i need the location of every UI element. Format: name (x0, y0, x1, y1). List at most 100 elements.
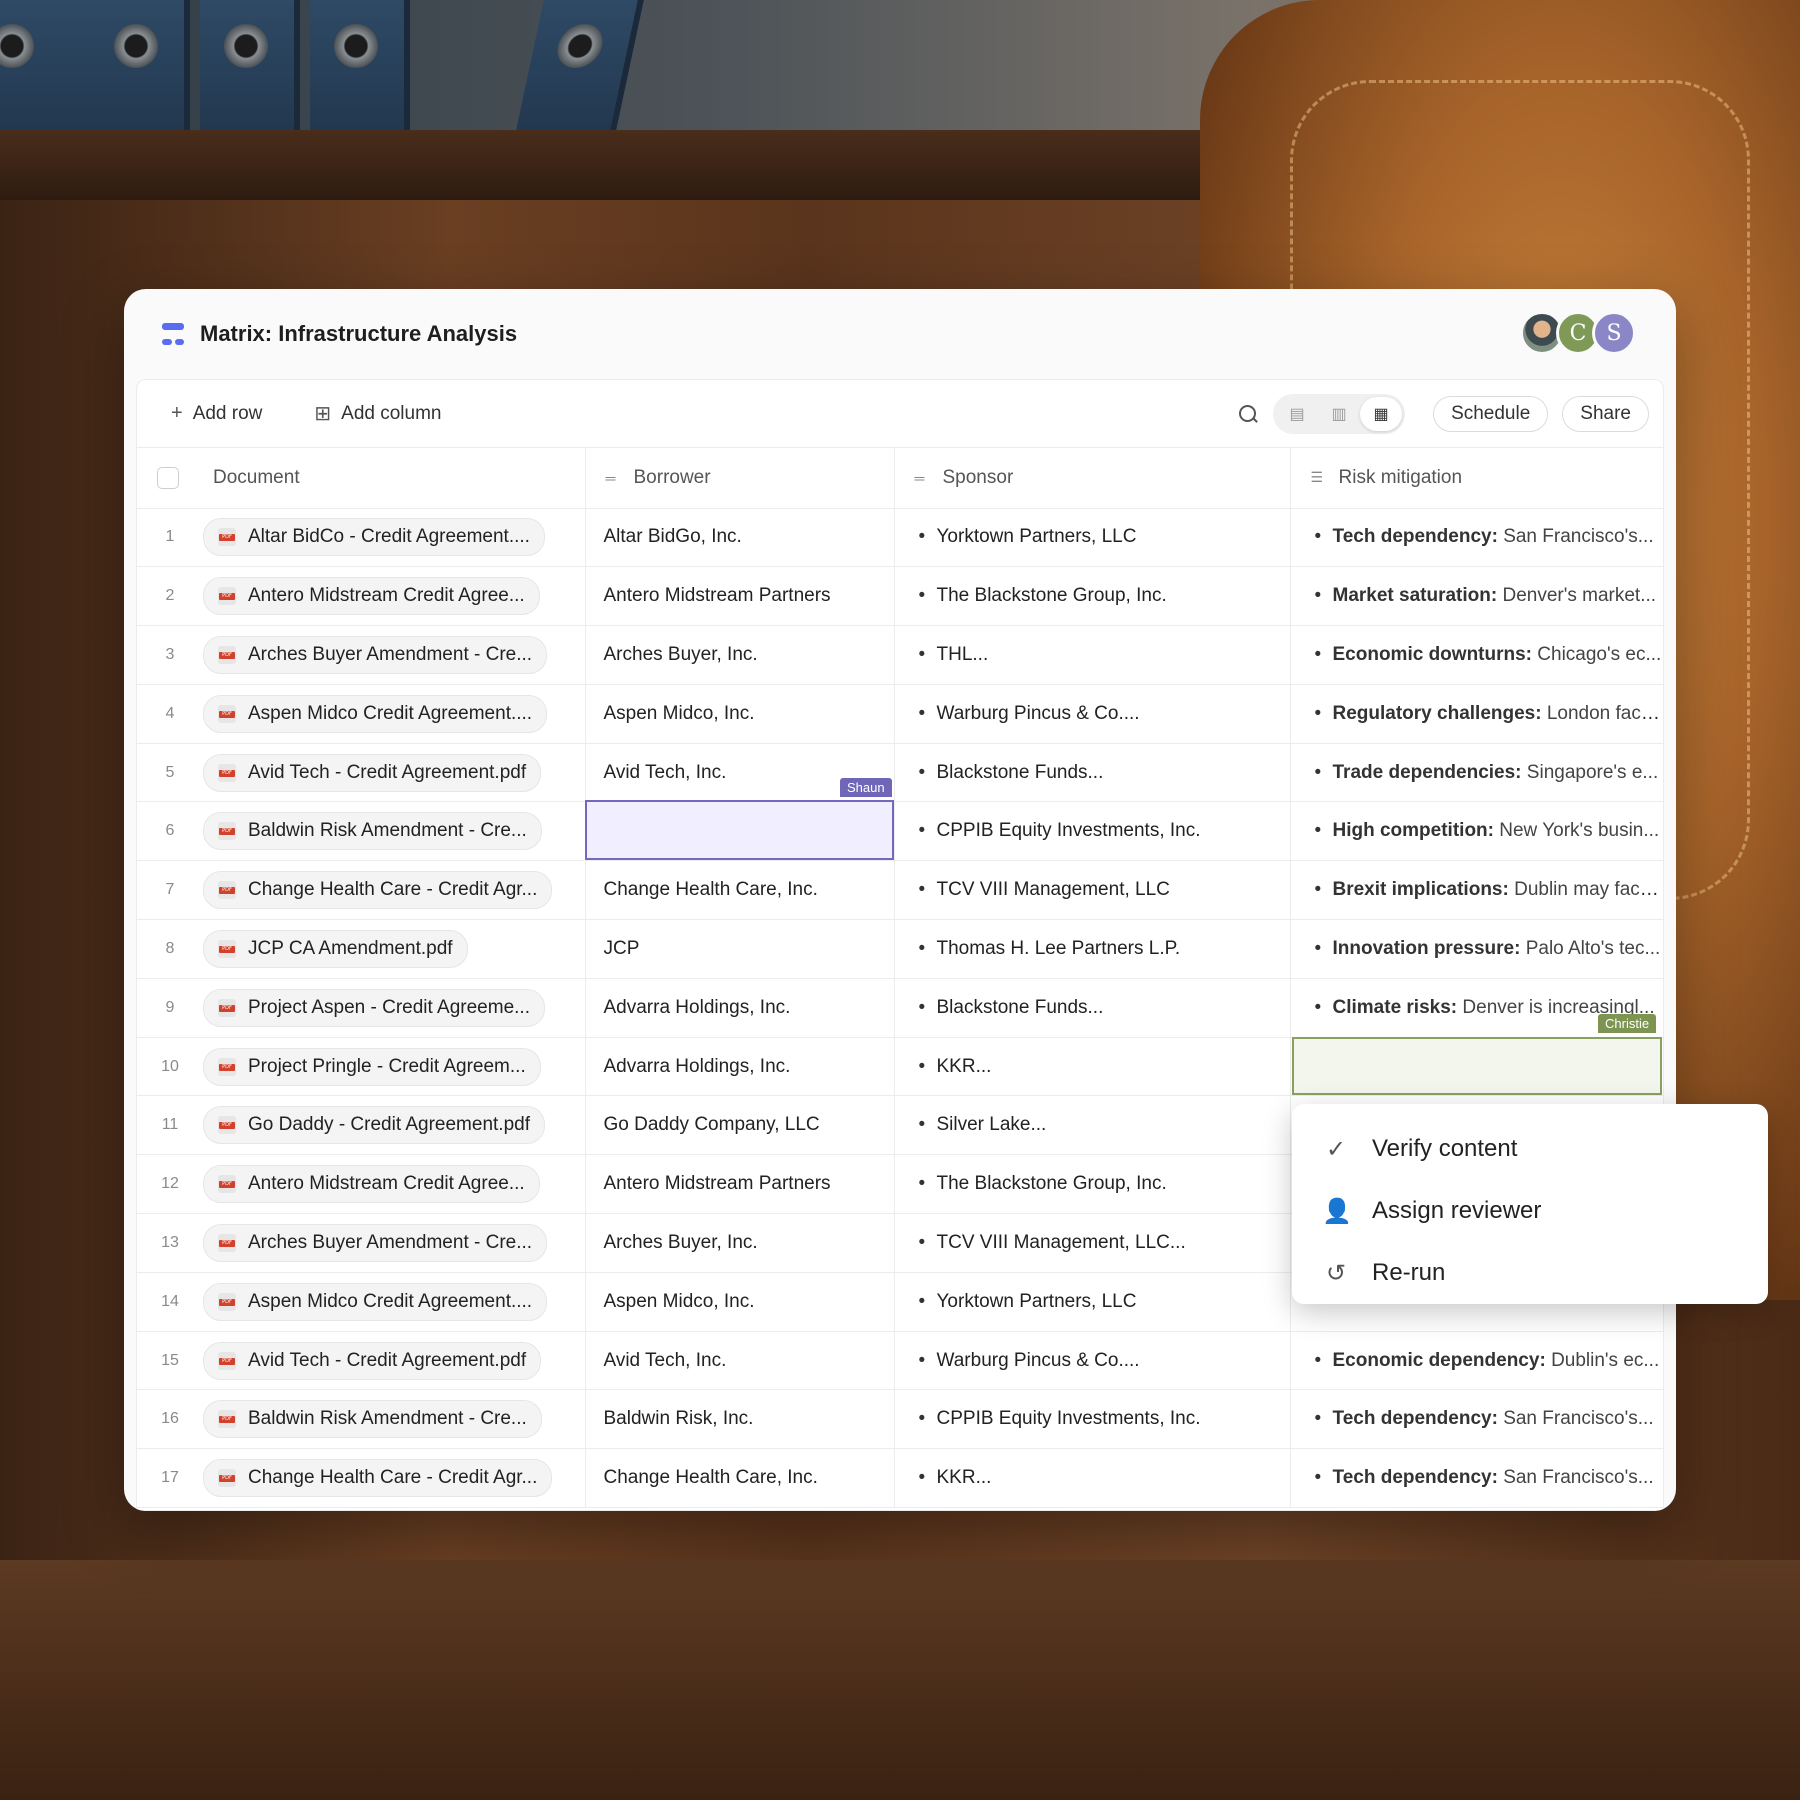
document-cell[interactable]: 3 Arches Buyer Amendment - Cre... (137, 625, 585, 685)
document-chip[interactable]: Antero Midstream Credit Agree... (203, 577, 540, 616)
table-row[interactable]: 1 Altar BidCo - Credit Agreement.... Altar… (137, 508, 1663, 568)
borrower-cell[interactable]: Antero Midstream Partners (584, 566, 894, 627)
document-chip[interactable]: Avid Tech - Credit Agreement.pdf (203, 1341, 542, 1380)
avatar[interactable]: S (1592, 311, 1636, 355)
document-cell[interactable]: 2 Antero Midstream Credit Agree... (137, 566, 585, 627)
borrower-cell[interactable]: Change Health Care, Inc. (584, 1448, 894, 1509)
borrower-cell[interactable]: JCP (584, 919, 894, 979)
sponsor-cell[interactable]: Blackstone Funds... (893, 743, 1290, 803)
document-chip[interactable]: JCP CA Amendment.pdf (203, 929, 468, 968)
risk-cell[interactable]: Tech dependency: San Francisco's... (1289, 1389, 1663, 1450)
borrower-cell[interactable]: Antero Midstream Partners (584, 1154, 894, 1215)
sponsor-cell[interactable]: TCV VIII Management, LLC (893, 860, 1290, 921)
document-cell[interactable]: 15 Avid Tech - Credit Agreement.pdf (137, 1331, 585, 1391)
select-all-checkbox[interactable] (157, 466, 179, 489)
borrower-cell[interactable]: Altar BidGo, Inc. (584, 508, 894, 568)
document-chip[interactable]: Change Health Care - Credit Agr... (203, 1459, 553, 1498)
document-cell[interactable]: 12 Antero Midstream Credit Agree... (137, 1154, 585, 1215)
table-row[interactable]: 2 Antero Midstream Credit Agree... Antero … (137, 566, 1663, 627)
risk-cell[interactable]: Tech dependency: San Francisco's... (1289, 1448, 1663, 1509)
share-button[interactable]: Share (1562, 396, 1649, 432)
document-cell[interactable]: 5 Avid Tech - Credit Agreement.pdf (137, 743, 585, 803)
sponsor-cell[interactable]: Blackstone Funds... (893, 978, 1290, 1038)
document-chip[interactable]: Baldwin Risk Amendment - Cre... (203, 1400, 542, 1439)
row-height-medium-icon[interactable]: ▥ (1318, 397, 1360, 431)
risk-cell[interactable]: Economic downturns: Chicago's ec... (1289, 625, 1663, 685)
search-icon[interactable] (1237, 403, 1259, 425)
risk-cell[interactable]: High competition: New York's busin... (1289, 801, 1663, 862)
menu-item-assign[interactable]: 👤 Assign reviewer (1292, 1180, 1768, 1242)
document-cell[interactable]: 13 Arches Buyer Amendment - Cre... (137, 1213, 585, 1273)
sponsor-cell[interactable]: KKR... (893, 1448, 1290, 1509)
document-cell[interactable]: 10 Project Pringle - Credit Agreem... (137, 1037, 585, 1097)
borrower-cell[interactable]: Baldwin Risk, Inc. (584, 1389, 894, 1450)
document-cell[interactable]: 9 Project Aspen - Credit Agreeme... (137, 978, 585, 1038)
sponsor-cell[interactable]: Warburg Pincus & Co.... (893, 1331, 1290, 1391)
borrower-cell[interactable]: Arches Buyer, Inc. (584, 625, 894, 685)
borrower-cell[interactable]: Advarra Holdings, Inc. (584, 978, 894, 1038)
table-row[interactable]: 8 JCP CA Amendment.pdf JCP Thomas H. Lee Pa… (137, 919, 1663, 979)
menu-item-rerun[interactable]: ↺ Re-run (1292, 1242, 1768, 1304)
table-row[interactable]: 16 Baldwin Risk Amendment - Cre... Baldwin… (137, 1389, 1663, 1450)
sponsor-cell[interactable]: Silver Lake... (893, 1095, 1290, 1156)
row-height-expanded-icon[interactable]: ▦ (1360, 397, 1403, 431)
document-chip[interactable]: Aspen Midco Credit Agreement.... (203, 694, 548, 733)
risk-cell[interactable]: Innovation pressure: Palo Alto's tec... (1289, 919, 1663, 979)
sponsor-cell[interactable]: The Blackstone Group, Inc. (893, 1154, 1290, 1215)
borrower-cell[interactable]: Aspen Midco, Inc. (584, 1272, 894, 1332)
sponsor-cell[interactable]: Yorktown Partners, LLC (893, 508, 1290, 568)
column-header-sponsor[interactable]: ═ Sponsor (893, 448, 1290, 509)
table-row[interactable]: 5 Avid Tech - Credit Agreement.pdfAvid Te… (137, 743, 1663, 803)
row-height-compact-icon[interactable]: ▤ (1276, 397, 1318, 431)
document-chip[interactable]: Arches Buyer Amendment - Cre... (203, 635, 548, 674)
column-header-borrower[interactable]: ═ Borrower (584, 448, 894, 509)
document-chip[interactable]: Baldwin Risk Amendment - Cre... (203, 812, 542, 851)
column-header-risk[interactable]: ☰ Risk mitigation (1289, 448, 1663, 509)
document-chip[interactable]: Project Pringle - Credit Agreem... (203, 1047, 541, 1086)
table-row[interactable]: 15 Avid Tech - Credit Agreement.pdf Avid T… (137, 1331, 1663, 1391)
borrower-cell[interactable]: Aspen Midco, Inc. (584, 684, 894, 744)
add-row-button[interactable]: + Add row (171, 402, 262, 425)
sponsor-cell[interactable]: The Blackstone Group, Inc. (893, 566, 1290, 627)
add-column-button[interactable]: ⊞ Add column (314, 401, 441, 426)
table-row[interactable]: 17 Change Health Care - Credit Agr... Chan… (137, 1448, 1663, 1509)
table-row[interactable]: 6 Baldwin Risk Amendment - Cre...Baldwin … (137, 801, 1663, 862)
schedule-button[interactable]: Schedule (1433, 396, 1549, 432)
risk-cell[interactable]: Brexit implications: Dublin may face... (1289, 860, 1663, 921)
sponsor-cell[interactable]: Yorktown Partners, LLC (893, 1272, 1290, 1332)
document-chip[interactable]: Altar BidCo - Credit Agreement.... (203, 518, 545, 557)
document-cell[interactable]: 14 Aspen Midco Credit Agreement.... (137, 1272, 585, 1332)
column-header-document[interactable]: Document (137, 448, 585, 509)
document-cell[interactable]: 16 Baldwin Risk Amendment - Cre... (137, 1389, 585, 1450)
document-chip[interactable]: Change Health Care - Credit Agr... (203, 871, 553, 910)
risk-cell[interactable]: Trade dependencies: Singapore's e... (1289, 743, 1663, 803)
document-chip[interactable]: Aspen Midco Credit Agreement.... (203, 1282, 548, 1321)
table-row[interactable]: 7 Change Health Care - Credit Agr... Chang… (137, 860, 1663, 921)
document-chip[interactable]: Arches Buyer Amendment - Cre... (203, 1223, 548, 1262)
sponsor-cell[interactable]: KKR... (893, 1037, 1290, 1097)
borrower-cell[interactable]: Go Daddy Company, LLC (584, 1095, 894, 1156)
document-chip[interactable]: Avid Tech - Credit Agreement.pdf (203, 753, 542, 792)
document-chip[interactable]: Project Aspen - Credit Agreeme... (203, 988, 545, 1027)
borrower-cell[interactable]: Avid Tech, Inc. (584, 1331, 894, 1391)
sponsor-cell[interactable]: TCV VIII Management, LLC... (893, 1213, 1290, 1273)
document-cell[interactable]: 7 Change Health Care - Credit Agr... (137, 860, 585, 921)
sponsor-cell[interactable]: Warburg Pincus & Co.... (893, 684, 1290, 744)
risk-cell[interactable]: Regulatory challenges: London face... (1289, 684, 1663, 744)
table-row[interactable]: 9 Project Aspen - Credit Agreeme... Advarr… (137, 978, 1663, 1038)
document-cell[interactable]: 17 Change Health Care - Credit Agr... (137, 1448, 585, 1509)
document-chip[interactable]: Go Daddy - Credit Agreement.pdf (203, 1106, 545, 1145)
document-cell[interactable]: 1 Altar BidCo - Credit Agreement.... (137, 508, 585, 568)
borrower-cell[interactable]: Change Health Care, Inc. (584, 860, 894, 921)
menu-item-verify[interactable]: ✓ Verify content (1292, 1118, 1768, 1180)
risk-cell[interactable]: Tech dependency: San Francisco's... (1289, 508, 1663, 568)
document-cell[interactable]: 8 JCP CA Amendment.pdf (137, 919, 585, 979)
risk-cell[interactable]: Market saturation: Denver's market... (1289, 566, 1663, 627)
table-row[interactable]: 3 Arches Buyer Amendment - Cre... Arches B… (137, 625, 1663, 685)
document-cell[interactable]: 11 Go Daddy - Credit Agreement.pdf (137, 1095, 585, 1156)
document-cell[interactable]: 4 Aspen Midco Credit Agreement.... (137, 684, 585, 744)
sponsor-cell[interactable]: Thomas H. Lee Partners L.P. (893, 919, 1290, 979)
document-chip[interactable]: Antero Midstream Credit Agree... (203, 1165, 540, 1204)
sponsor-cell[interactable]: THL... (893, 625, 1290, 685)
borrower-cell[interactable]: Advarra Holdings, Inc. (584, 1037, 894, 1097)
